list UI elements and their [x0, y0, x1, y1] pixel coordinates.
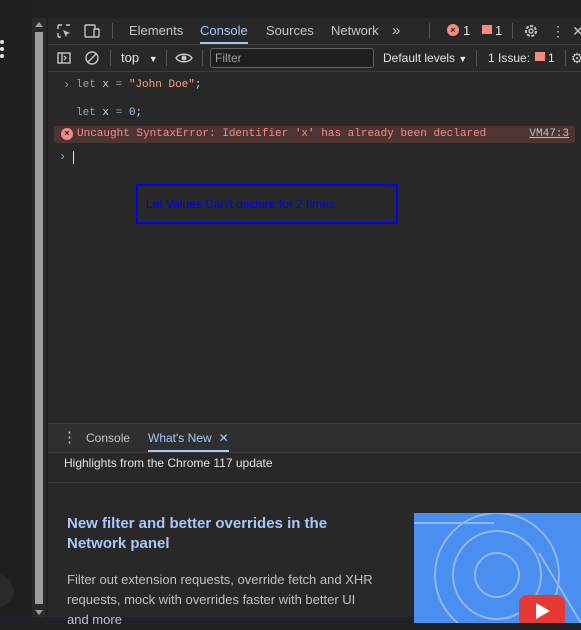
issues-count[interactable]: 1	[548, 45, 555, 71]
identifier: x	[102, 79, 110, 91]
more-options-icon[interactable]: ⋮	[550, 23, 566, 39]
console-input-line[interactable]: let x = 0;	[48, 103, 581, 123]
error-icon: ×	[61, 128, 73, 140]
console-prompt[interactable]: ›	[48, 147, 581, 167]
console-settings-gear-icon[interactable]: ⚙	[569, 50, 581, 66]
drawer-menu-icon[interactable]: ⋮	[62, 424, 77, 452]
text-cursor	[73, 151, 74, 164]
settings-gear-icon[interactable]	[523, 23, 539, 39]
annotation-text: Let Values Can't declare for 2 times	[146, 197, 335, 211]
drawer-tab-whats-new[interactable]: What's New ✕	[148, 424, 229, 452]
divider	[512, 23, 513, 39]
string-literal: "John Doe"	[128, 79, 195, 91]
error-message-row[interactable]: × Uncaught SyntaxError: Identifier 'x' h…	[54, 126, 575, 143]
divider	[110, 50, 111, 66]
log-levels-value: Default levels	[383, 51, 456, 65]
error-count[interactable]: 1	[463, 18, 470, 44]
chevron-down-icon: ▼	[458, 54, 468, 64]
tab-sources[interactable]: Sources	[266, 18, 314, 44]
log-levels-dropdown[interactable]: Default levels ▼	[383, 45, 467, 71]
error-count-icon[interactable]: ×	[447, 24, 459, 36]
whats-new-headline: Highlights from the Chrome 117 update	[64, 456, 273, 470]
floating-circle[interactable]	[0, 574, 14, 608]
tab-elements[interactable]: Elements	[129, 18, 183, 44]
context-value: top	[121, 50, 140, 65]
console-output[interactable]: › let x = "John Doe"; let x = 0; × Uncau…	[48, 72, 581, 423]
keyword: let	[76, 107, 96, 119]
devtools-panel: Elements Console Sources Network » × 1 1…	[48, 18, 581, 627]
filter-input[interactable]: Filter	[210, 48, 374, 68]
page-scrollbar[interactable]	[32, 18, 46, 617]
scroll-down-icon[interactable]	[35, 610, 43, 615]
divider	[166, 50, 167, 66]
drawer-panel: ⋮ Console What's New ✕ Highlights from th…	[48, 423, 581, 627]
issue-flag-icon[interactable]	[482, 25, 492, 34]
feature-title-link[interactable]: New filter and better overrides in the N…	[67, 514, 387, 554]
tab-network[interactable]: Network	[331, 18, 379, 44]
devtools-tabbar: Elements Console Sources Network » × 1 1…	[48, 18, 581, 45]
device-toolbar-icon[interactable]	[84, 23, 100, 39]
issue-flag-icon[interactable]	[535, 52, 545, 61]
divider	[476, 50, 477, 66]
page-edge	[0, 0, 32, 617]
drawer-tabbar: ⋮ Console What's New ✕	[48, 423, 581, 453]
code-line: let x = 0;	[76, 103, 142, 123]
issue-count[interactable]: 1	[495, 18, 502, 44]
divider	[48, 482, 581, 483]
error-text: Uncaught SyntaxError: Identifier 'x' has…	[77, 128, 487, 140]
chevron-down-icon: ▼	[148, 54, 158, 64]
chrome-logo-icon	[414, 513, 581, 623]
operator: =	[115, 107, 123, 119]
page-menu-icon[interactable]	[0, 40, 6, 61]
console-toolbar: top ▼ Filter Default levels ▼ 1 Issue: 1…	[48, 45, 581, 72]
scroll-up-icon[interactable]	[35, 22, 43, 27]
prompt-chevron-icon: ›	[59, 150, 67, 164]
close-devtools-icon[interactable]: ✕	[570, 23, 581, 39]
code-line: let x = "John Doe";	[76, 75, 201, 95]
live-expression-eye-icon[interactable]	[174, 50, 194, 66]
context-selector[interactable]: top ▼	[121, 45, 158, 71]
more-tabs-icon[interactable]: »	[392, 18, 400, 44]
identifier: x	[102, 107, 110, 119]
divider	[565, 50, 566, 66]
issues-label[interactable]: 1 Issue:	[488, 45, 530, 71]
operator: =	[115, 79, 123, 91]
feature-description: Filter out extension requests, override …	[67, 572, 373, 627]
inspect-element-icon[interactable]	[56, 23, 72, 39]
clear-console-icon[interactable]	[84, 50, 100, 66]
error-source-link[interactable]: VM47:3	[529, 126, 569, 143]
divider	[112, 23, 113, 39]
scrollbar-thumb[interactable]	[35, 32, 43, 604]
divider	[202, 50, 203, 66]
annotation-box: Let Values Can't declare for 2 times	[136, 184, 398, 224]
feature-video-thumbnail[interactable]	[414, 513, 581, 623]
divider	[429, 23, 430, 39]
semicolon: ;	[194, 79, 202, 91]
keyword: let	[76, 79, 96, 91]
sidebar-toggle-icon[interactable]	[56, 50, 72, 66]
drawer-tab-label: What's New	[148, 431, 212, 445]
semicolon: ;	[135, 107, 143, 119]
console-input-line[interactable]: › let x = "John Doe";	[48, 75, 581, 95]
drawer-tab-console[interactable]: Console	[86, 424, 130, 452]
tab-console[interactable]: Console	[200, 18, 248, 44]
prompt-chevron-icon: ›	[63, 78, 71, 92]
close-tab-icon[interactable]: ✕	[219, 431, 229, 445]
